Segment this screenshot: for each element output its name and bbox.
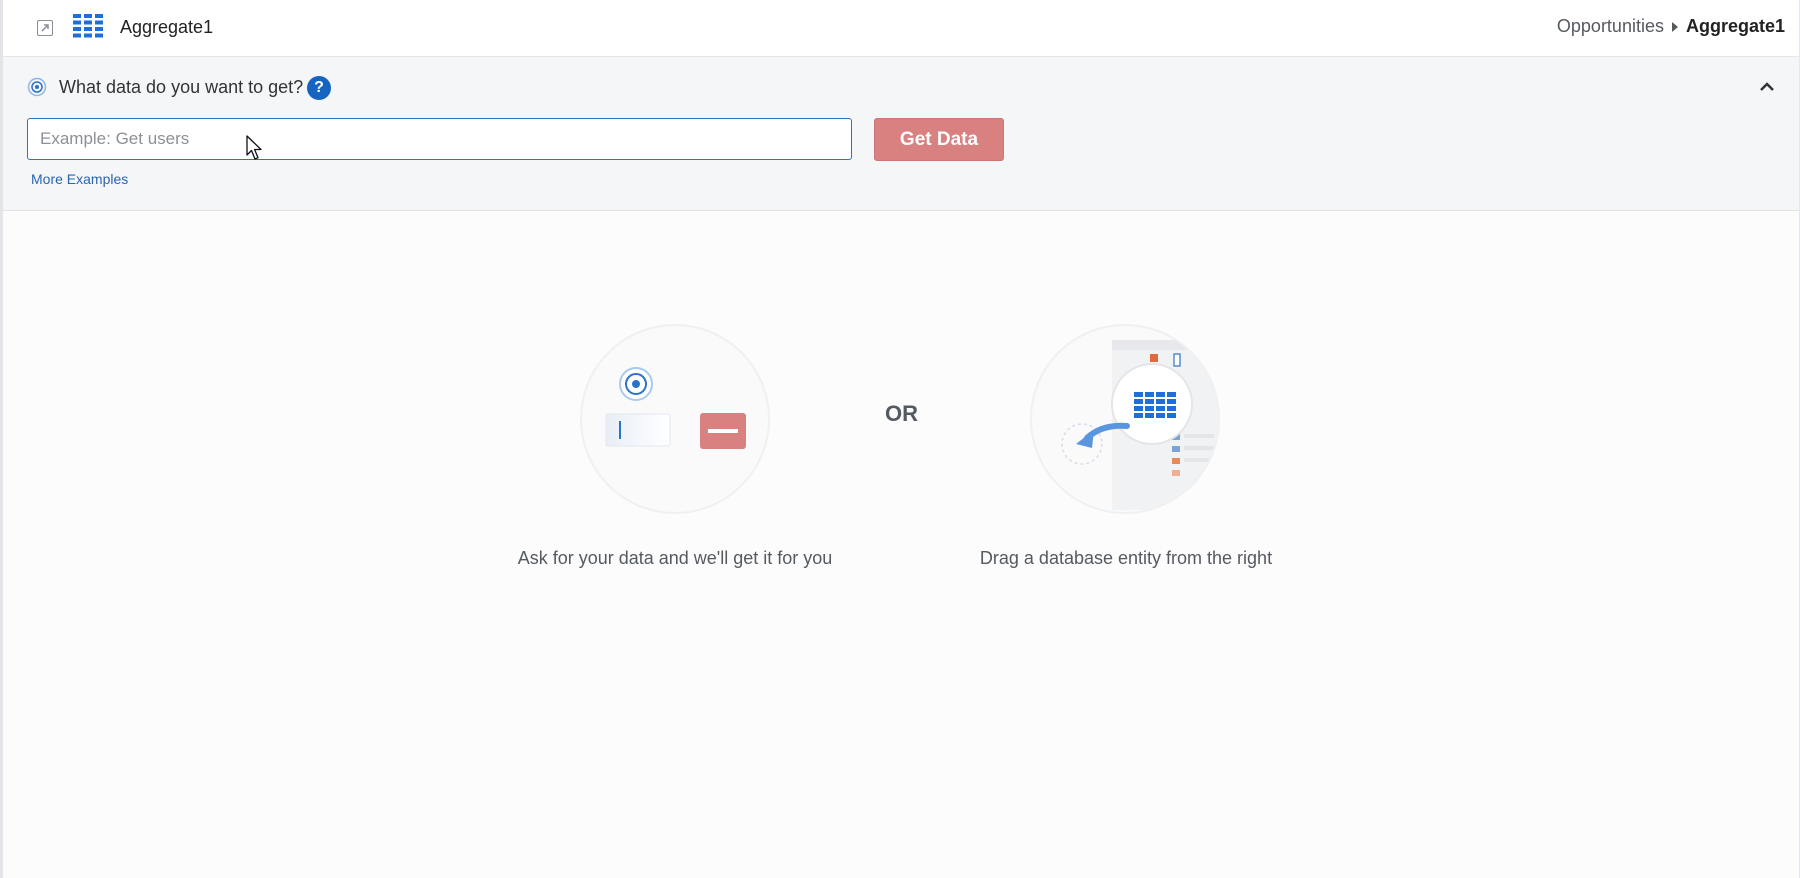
- drag-entity-illustration: [1030, 324, 1220, 514]
- target-icon: [27, 77, 47, 97]
- editor-header: Aggregate1 Opportunities Aggregate1: [3, 0, 1799, 57]
- breadcrumb-current: Aggregate1: [1685, 16, 1785, 36]
- or-separator: OR: [885, 401, 918, 426]
- get-data-button[interactable]: Get Data: [874, 118, 1004, 161]
- open-in-new-icon[interactable]: [37, 20, 53, 36]
- ask-illustration-icon: [605, 367, 746, 449]
- app-frame: Aggregate1 Opportunities Aggregate1 What…: [0, 0, 1800, 878]
- chevron-up-icon[interactable]: [1759, 81, 1775, 93]
- query-input[interactable]: [27, 118, 852, 160]
- query-panel: What data do you want to get? ? Get Data…: [3, 57, 1799, 211]
- aggregate-grid-icon: [73, 14, 103, 38]
- mouse-cursor-icon: [246, 135, 262, 160]
- breadcrumb: Opportunities Aggregate1: [1557, 16, 1785, 37]
- more-examples-link[interactable]: More Examples: [31, 171, 128, 187]
- query-question: What data do you want to get?: [59, 77, 304, 97]
- drag-entity-caption: Drag a database entity from the right: [979, 548, 1273, 568]
- drag-illustration-icon: [1061, 340, 1218, 510]
- aggregate-title: Aggregate1: [120, 17, 214, 37]
- breadcrumb-separator-icon: [1671, 21, 1678, 32]
- ask-data-illustration: [580, 324, 770, 514]
- ask-data-caption: Ask for your data and we'll get it for y…: [517, 548, 833, 568]
- help-icon[interactable]: ?: [307, 76, 331, 100]
- breadcrumb-parent[interactable]: Opportunities: [1557, 16, 1664, 37]
